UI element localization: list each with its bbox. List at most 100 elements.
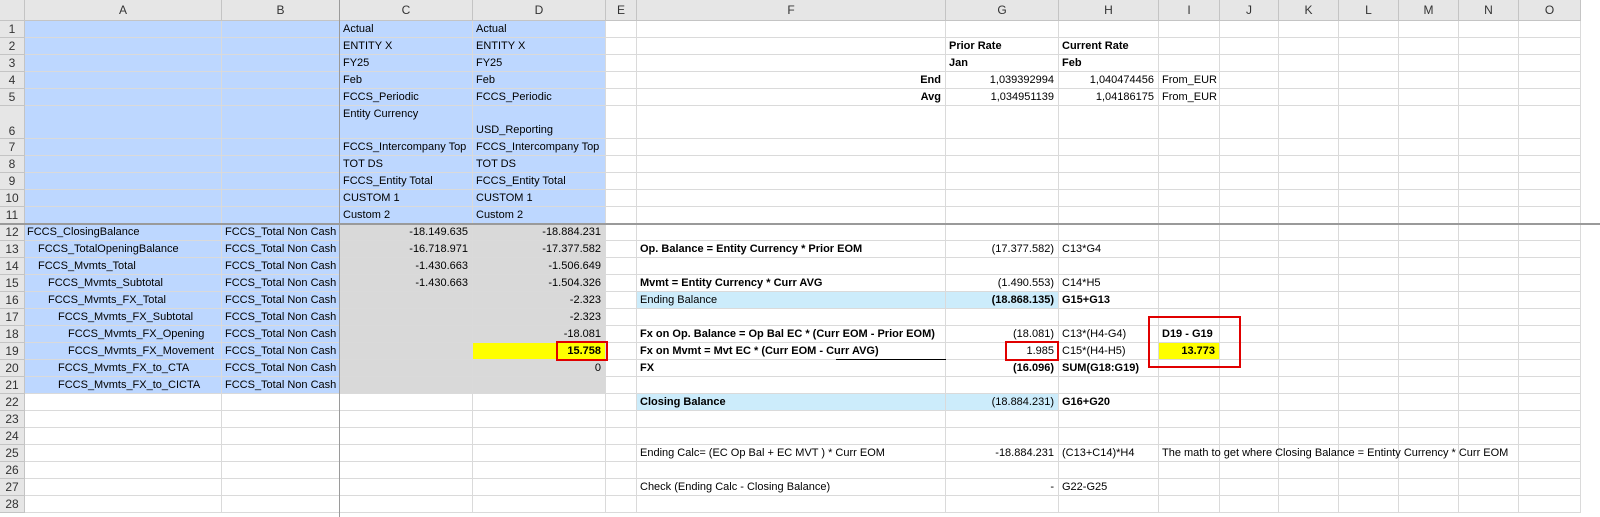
cell-f24[interactable] [637,428,946,445]
cell-i9[interactable] [1159,173,1220,190]
row-header-21[interactable]: 21 [0,377,25,394]
cell-i28[interactable] [1159,496,1220,513]
cell-l9[interactable] [1339,173,1399,190]
cell-c28[interactable] [340,496,473,513]
row-header-1[interactable]: 1 [0,21,25,38]
cell-h12[interactable] [1059,224,1159,241]
cell-d25[interactable] [473,445,606,462]
cell-a1[interactable] [25,21,222,38]
row-header-14[interactable]: 14 [0,258,25,275]
cell-j5[interactable] [1220,89,1279,106]
cell-b19[interactable]: FCCS_Total Non Cash [222,343,340,360]
cell-b11[interactable] [222,207,340,224]
cell-j21[interactable] [1220,377,1279,394]
cell-c2[interactable]: ENTITY X [340,38,473,55]
cell-i11[interactable] [1159,207,1220,224]
cell-f3[interactable] [637,55,946,72]
cell-l26[interactable] [1339,462,1399,479]
cell-a21[interactable]: FCCS_Mvmts_FX_to_CICTA [25,377,222,394]
column-header-f[interactable]: F [637,0,946,21]
cell-o12[interactable] [1519,224,1581,241]
cell-e14[interactable] [606,258,637,275]
cell-j15[interactable] [1220,275,1279,292]
cell-n27[interactable] [1459,479,1519,496]
cell-i5[interactable]: From_EUR [1159,89,1220,106]
cell-o11[interactable] [1519,207,1581,224]
cell-a2[interactable] [25,38,222,55]
column-header-h[interactable]: H [1059,0,1159,21]
cell-d1[interactable]: Actual [473,21,606,38]
cell-d15[interactable]: -1.504.326 [473,275,606,292]
cell-l15[interactable] [1339,275,1399,292]
column-header-m[interactable]: M [1399,0,1459,21]
cell-h22[interactable]: G16+G20 [1059,394,1159,411]
cell-l24[interactable] [1339,428,1399,445]
cell-g27[interactable]: - [946,479,1059,496]
cell-f19[interactable]: Fx on Mvmt = Mvt EC * (Curr EOM - Curr A… [637,343,946,360]
cell-l19[interactable] [1339,343,1399,360]
cell-j12[interactable] [1220,224,1279,241]
cell-o13[interactable] [1519,241,1581,258]
cell-a17[interactable]: FCCS_Mvmts_FX_Subtotal [25,309,222,326]
cell-h17[interactable] [1059,309,1159,326]
cell-d18[interactable]: -18.081 [473,326,606,343]
cell-m24[interactable] [1399,428,1459,445]
cell-i19[interactable]: 13.773 [1159,343,1220,360]
column-header-g[interactable]: G [946,0,1059,21]
cell-d19[interactable]: 15.758 [473,343,606,360]
cell-j4[interactable] [1220,72,1279,89]
cell-i21[interactable] [1159,377,1220,394]
cell-j2[interactable] [1220,38,1279,55]
column-header-a[interactable]: A [25,0,222,21]
column-header-b[interactable]: B [222,0,340,21]
cell-o24[interactable] [1519,428,1581,445]
cell-h2[interactable]: Current Rate [1059,38,1159,55]
cell-g20[interactable]: (16.096) [946,360,1059,377]
cell-a24[interactable] [25,428,222,445]
row-header-8[interactable]: 8 [0,156,25,173]
cell-c13[interactable]: -16.718.971 [340,241,473,258]
cell-d24[interactable] [473,428,606,445]
row-header-17[interactable]: 17 [0,309,25,326]
cell-i16[interactable] [1159,292,1220,309]
cell-n3[interactable] [1459,55,1519,72]
cell-g23[interactable] [946,411,1059,428]
cell-e12[interactable] [606,224,637,241]
cell-o19[interactable] [1519,343,1581,360]
cell-k6[interactable] [1279,106,1339,139]
cell-m20[interactable] [1399,360,1459,377]
cell-g7[interactable] [946,139,1059,156]
cell-d14[interactable]: -1.506.649 [473,258,606,275]
cell-e22[interactable] [606,394,637,411]
cell-c15[interactable]: -1.430.663 [340,275,473,292]
cell-e25[interactable] [606,445,637,462]
cell-m3[interactable] [1399,55,1459,72]
row-header-7[interactable]: 7 [0,139,25,156]
cell-i24[interactable] [1159,428,1220,445]
cell-h16[interactable]: G15+G13 [1059,292,1159,309]
cell-f1[interactable] [637,21,946,38]
cell-a14[interactable]: FCCS_Mvmts_Total [25,258,222,275]
cell-m9[interactable] [1399,173,1459,190]
cell-k3[interactable] [1279,55,1339,72]
cell-d13[interactable]: -17.377.582 [473,241,606,258]
cell-j7[interactable] [1220,139,1279,156]
cell-d7[interactable]: FCCS_Intercompany Top [473,139,606,156]
cell-a19[interactable]: FCCS_Mvmts_FX_Movement [25,343,222,360]
cell-n8[interactable] [1459,156,1519,173]
cell-m6[interactable] [1399,106,1459,139]
cell-d27[interactable] [473,479,606,496]
cell-d23[interactable] [473,411,606,428]
cell-m16[interactable] [1399,292,1459,309]
cell-h11[interactable] [1059,207,1159,224]
cell-f16[interactable]: Ending Balance [637,292,946,309]
row-header-22[interactable]: 22 [0,394,25,411]
cell-d6[interactable]: USD_Reporting [473,106,606,139]
column-header-j[interactable]: J [1220,0,1279,21]
cell-o18[interactable] [1519,326,1581,343]
cell-c16[interactable] [340,292,473,309]
cell-c7[interactable]: FCCS_Intercompany Top [340,139,473,156]
cell-l11[interactable] [1339,207,1399,224]
cell-c8[interactable]: TOT DS [340,156,473,173]
cell-n24[interactable] [1459,428,1519,445]
